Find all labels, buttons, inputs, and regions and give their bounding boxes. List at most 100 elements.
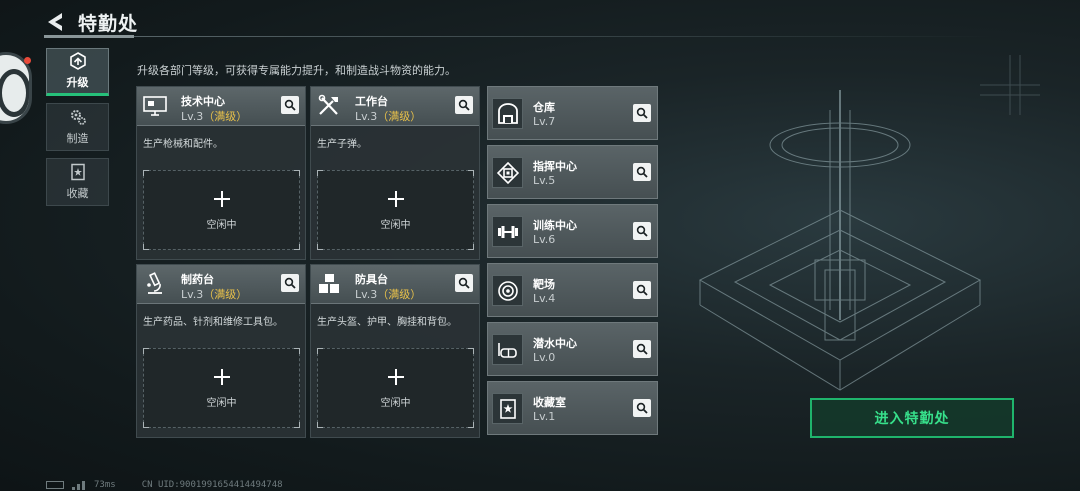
chip-icon	[497, 162, 519, 184]
slot-status: 空闲中	[380, 220, 411, 231]
corner-grid-decoration	[980, 55, 1040, 115]
card-header: 技术中心 Lv.3（满级）	[137, 87, 305, 126]
card-header: 工作台 Lv.3（满级）	[311, 87, 479, 126]
inspect-button[interactable]	[455, 96, 473, 114]
facility-command-center[interactable]: 指挥中心 Lv.5	[487, 145, 658, 199]
department-description: 生产枪械和配件。	[143, 139, 223, 150]
max-level-tag: （满级）	[377, 288, 422, 301]
facility-name: 收藏室	[533, 396, 566, 409]
collection-icon	[500, 399, 516, 419]
tab-collection[interactable]: 收藏	[46, 158, 109, 206]
facility-level: Lv.0	[533, 351, 556, 364]
microscope-icon	[147, 272, 162, 294]
department-description: 生产头盔、护甲、胸挂和背包。	[317, 317, 457, 328]
gears-icon	[70, 110, 86, 125]
tab-upgrade[interactable]: 升级	[46, 48, 109, 96]
facility-level: Lv.7	[533, 115, 556, 128]
department-name: 制药台	[181, 273, 214, 286]
facility-name: 靶场	[533, 278, 555, 291]
search-icon	[284, 99, 296, 111]
inspect-button[interactable]	[633, 281, 651, 299]
side-nav: 升级 制造 收藏	[46, 48, 110, 213]
inspect-button[interactable]	[455, 274, 473, 292]
department-level: Lv.3（满级）	[181, 110, 248, 123]
inspect-button[interactable]	[633, 163, 651, 181]
battery-icon	[46, 481, 64, 489]
title-divider	[44, 35, 994, 38]
facility-level: Lv.5	[533, 174, 556, 187]
production-slot[interactable]: 空闲中	[317, 170, 474, 250]
enter-special-ops-button[interactable]: 进入特勤处	[810, 398, 1014, 438]
facility-training-center[interactable]: 训练中心 Lv.6	[487, 204, 658, 258]
tools-icon	[318, 94, 338, 115]
back-arrow-icon[interactable]	[44, 10, 68, 34]
page-title: 特勤处	[78, 13, 139, 35]
tab-crafting-label: 制造	[66, 132, 89, 145]
notification-dot	[24, 57, 31, 64]
inspect-button[interactable]	[633, 340, 651, 358]
signal-icon	[72, 480, 85, 490]
upgrade-icon	[69, 52, 86, 70]
search-icon	[458, 277, 470, 289]
facility-level: Lv.4	[533, 292, 556, 305]
production-slot[interactable]: 空闲中	[143, 348, 300, 428]
tab-collection-label: 收藏	[66, 187, 89, 200]
plus-icon	[388, 191, 404, 207]
production-slot[interactable]: 空闲中	[317, 348, 474, 428]
department-description: 生产药品、针剂和维修工具包。	[143, 317, 283, 328]
search-icon	[636, 225, 648, 237]
base-hologram-illustration	[698, 90, 982, 391]
slot-status: 空闲中	[380, 398, 411, 409]
max-level-tag: （满级）	[203, 288, 248, 301]
inspect-button[interactable]	[281, 96, 299, 114]
facility-level: Lv.1	[533, 410, 556, 423]
facility-name: 仓库	[533, 101, 555, 114]
inspect-button[interactable]	[633, 222, 651, 240]
collection-icon	[70, 163, 85, 181]
tab-upgrade-label: 升级	[66, 76, 89, 89]
tab-crafting[interactable]: 制造	[46, 103, 109, 151]
plus-icon	[388, 369, 404, 385]
facility-name: 训练中心	[533, 219, 577, 232]
department-level: Lv.3（满级）	[181, 288, 248, 301]
department-name: 防具台	[355, 273, 388, 286]
plus-icon	[214, 369, 230, 385]
inspect-button[interactable]	[281, 274, 299, 292]
card-header: 制药台 Lv.3（满级）	[137, 265, 305, 304]
facility-level: Lv.6	[533, 233, 556, 246]
department-card-workbench[interactable]: 工作台 Lv.3（满级） 生产子弹。 空闲中	[310, 86, 480, 260]
facility-shooting-range[interactable]: 靶场 Lv.4	[487, 263, 658, 317]
user-uid: CN UID:9001991654414494748	[141, 480, 283, 490]
search-icon	[636, 402, 648, 414]
department-card-armor-bench[interactable]: 防具台 Lv.3（满级） 生产头盔、护甲、胸挂和背包。 空闲中	[310, 264, 480, 438]
search-icon	[636, 166, 648, 178]
facility-diving-center[interactable]: 潜水中心 Lv.0	[487, 322, 658, 376]
search-icon	[636, 343, 648, 355]
inspect-button[interactable]	[633, 104, 651, 122]
diving-mask-icon	[498, 343, 517, 358]
max-level-tag: （满级）	[203, 110, 248, 123]
monitor-icon	[143, 96, 167, 116]
department-card-pharmacy[interactable]: 制药台 Lv.3（满级） 生产药品、针剂和维修工具包。 空闲中	[136, 264, 306, 438]
search-icon	[636, 284, 648, 296]
card-header: 防具台 Lv.3（满级）	[311, 265, 479, 304]
page-description: 升级各部门等级，可获得专属能力提升，和制造战斗物资的能力。	[137, 64, 456, 77]
facility-name: 指挥中心	[533, 160, 577, 173]
slot-status: 空闲中	[206, 398, 237, 409]
facility-name: 潜水中心	[533, 337, 577, 350]
facility-warehouse[interactable]: 仓库 Lv.7	[487, 86, 658, 140]
department-level: Lv.3（满级）	[355, 288, 422, 301]
cubes-icon	[319, 274, 339, 293]
department-name: 工作台	[355, 95, 388, 108]
production-slot[interactable]: 空闲中	[143, 170, 300, 250]
warehouse-icon	[498, 103, 518, 124]
inspect-button[interactable]	[633, 399, 651, 417]
header-bar: 特勤处	[0, 0, 1080, 44]
target-icon	[498, 281, 518, 301]
department-description: 生产子弹。	[317, 139, 367, 150]
slot-status: 空闲中	[206, 220, 237, 231]
facility-collection-room[interactable]: 收藏室 Lv.1	[487, 381, 658, 435]
department-card-tech-center[interactable]: 技术中心 Lv.3（满级） 生产枪械和配件。 空闲中	[136, 86, 306, 260]
dumbbell-icon	[498, 226, 518, 238]
max-level-tag: （满级）	[377, 110, 422, 123]
